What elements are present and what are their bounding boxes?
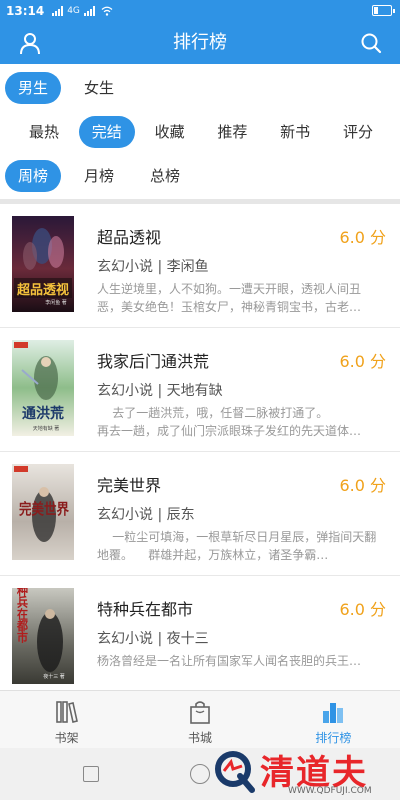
bag-icon (190, 701, 210, 724)
tab-weekly[interactable]: 周榜 (5, 160, 61, 192)
gender-tabs: 男生 女生 (0, 66, 400, 110)
wifi-icon (101, 6, 113, 16)
search-icon[interactable] (360, 32, 382, 54)
book-category-author: 玄幻小说 | 李闲鱼 (97, 259, 209, 275)
book-title[interactable]: 我家后门通洪荒 (97, 348, 209, 372)
book-cover[interactable]: 特种兵在都市 夜十三 著 (12, 588, 74, 684)
book-category-author: 玄幻小说 | 辰东 (97, 507, 195, 523)
book-score: 6.0 分 (339, 476, 386, 495)
book-cover[interactable]: 超品透视 李闲鱼 著 (12, 216, 74, 312)
battery-icon (372, 5, 395, 16)
book-description: 人生逆境里，人不如狗。一遭天开眼，透视人间丑恶，美女绝色！玉棺女尸，神秘青铜宝书… (97, 282, 362, 314)
ranking-page: 13:14 4G 排行榜 男生 女生 最热 完结 收藏 推荐 新书 评分 周榜 … (0, 0, 400, 800)
book-item[interactable]: 特种兵在都市 夜十三 著 特种兵在都市 6.0 分 玄幻小说 | 夜十三 杨洛曾… (0, 576, 400, 690)
book-title[interactable]: 完美世界 (97, 472, 161, 496)
books-icon (55, 701, 78, 723)
tab-new-books[interactable]: 新书 (267, 116, 323, 148)
cover-title-text: 通洪荒 (22, 405, 64, 422)
watermark: 清道夫 WWW.QDFUJI.COM (208, 742, 400, 800)
book-item[interactable]: 完美世界 完美世界 6.0 分 玄幻小说 | 辰东 一粒尘可填海，一根草斩尽日月… (0, 452, 400, 576)
cover-author-text: 夜十三 著 (43, 673, 65, 680)
category-tabs: 最热 完结 收藏 推荐 新书 评分 (0, 110, 400, 154)
book-category-author: 玄幻小说 | 夜十三 (97, 631, 209, 647)
book-item[interactable]: 超品透视 李闲鱼 著 超品透视 6.0 分 玄幻小说 | 李闲鱼 人生逆境里，人… (0, 204, 400, 328)
signal-icon (52, 6, 64, 16)
nav-label: 书架 (54, 731, 79, 745)
tab-favorites[interactable]: 收藏 (142, 116, 198, 148)
tab-completed[interactable]: 完结 (78, 116, 135, 148)
book-score: 6.0 分 (339, 600, 386, 619)
nav-bookstore[interactable]: 书城 (133, 691, 266, 748)
status-bar: 13:14 4G (0, 0, 400, 22)
period-tabs: 周榜 月榜 总榜 (0, 154, 400, 198)
signal-icon-2 (83, 6, 95, 16)
book-title[interactable]: 超品透视 (97, 224, 161, 248)
recent-apps-button[interactable] (83, 766, 99, 782)
cover-title-text: 超品透视 (17, 282, 69, 298)
watermark-logo-icon (215, 751, 255, 793)
book-description: 一粒尘可填海，一根草斩尽日月星辰，弹指间天翻地覆。 群雄并起，万族林立，诸圣争霸… (97, 530, 377, 562)
tab-all-time[interactable]: 总榜 (137, 160, 193, 192)
book-score: 6.0 分 (339, 228, 386, 247)
book-title[interactable]: 特种兵在都市 (97, 596, 193, 620)
tab-recommended[interactable]: 推荐 (204, 116, 260, 148)
home-button[interactable] (190, 764, 210, 784)
status-time: 13:14 (6, 4, 45, 18)
bottom-nav: 书架 书城 排行榜 (0, 690, 400, 748)
ranking-icon (323, 703, 344, 723)
book-cover[interactable]: 通洪荒 天地有缺 著 (12, 340, 74, 436)
cover-author-text: 天地有缺 著 (33, 425, 60, 432)
nav-bookshelf[interactable]: 书架 (0, 691, 133, 748)
book-item[interactable]: 通洪荒 天地有缺 著 我家后门通洪荒 6.0 分 玄幻小说 | 天地有缺 去了一… (0, 328, 400, 452)
app-header: 排行榜 (0, 22, 400, 64)
tab-monthly[interactable]: 月榜 (71, 160, 127, 192)
watermark-url: WWW.QDFUJI.COM (288, 786, 372, 796)
book-description: 去了一趟洪荒，哦，任督二脉被打通了。 再去一趟，成了仙门宗派眼珠子发红的先天道体… (97, 406, 362, 438)
book-cover[interactable]: 完美世界 (12, 464, 74, 560)
cover-title-text: 特种兵在都市 (16, 588, 30, 644)
tab-male[interactable]: 男生 (5, 72, 61, 104)
cover-title-text: 完美世界 (19, 500, 69, 518)
book-score: 6.0 分 (339, 352, 386, 371)
network-type: 4G (67, 6, 80, 16)
book-description: 杨洛曾经是一名让所有国家军人闻名丧胆的兵王… (97, 654, 362, 668)
nav-ranking[interactable]: 排行榜 (267, 691, 400, 748)
book-category-author: 玄幻小说 | 天地有缺 (97, 383, 223, 399)
tab-hottest[interactable]: 最热 (16, 116, 72, 148)
cover-author-text: 李闲鱼 著 (45, 299, 67, 306)
tab-female[interactable]: 女生 (71, 72, 127, 104)
tab-rating[interactable]: 评分 (330, 116, 386, 148)
book-list: 超品透视 李闲鱼 著 超品透视 6.0 分 玄幻小说 | 李闲鱼 人生逆境里，人… (0, 204, 400, 690)
page-title: 排行榜 (173, 32, 227, 53)
